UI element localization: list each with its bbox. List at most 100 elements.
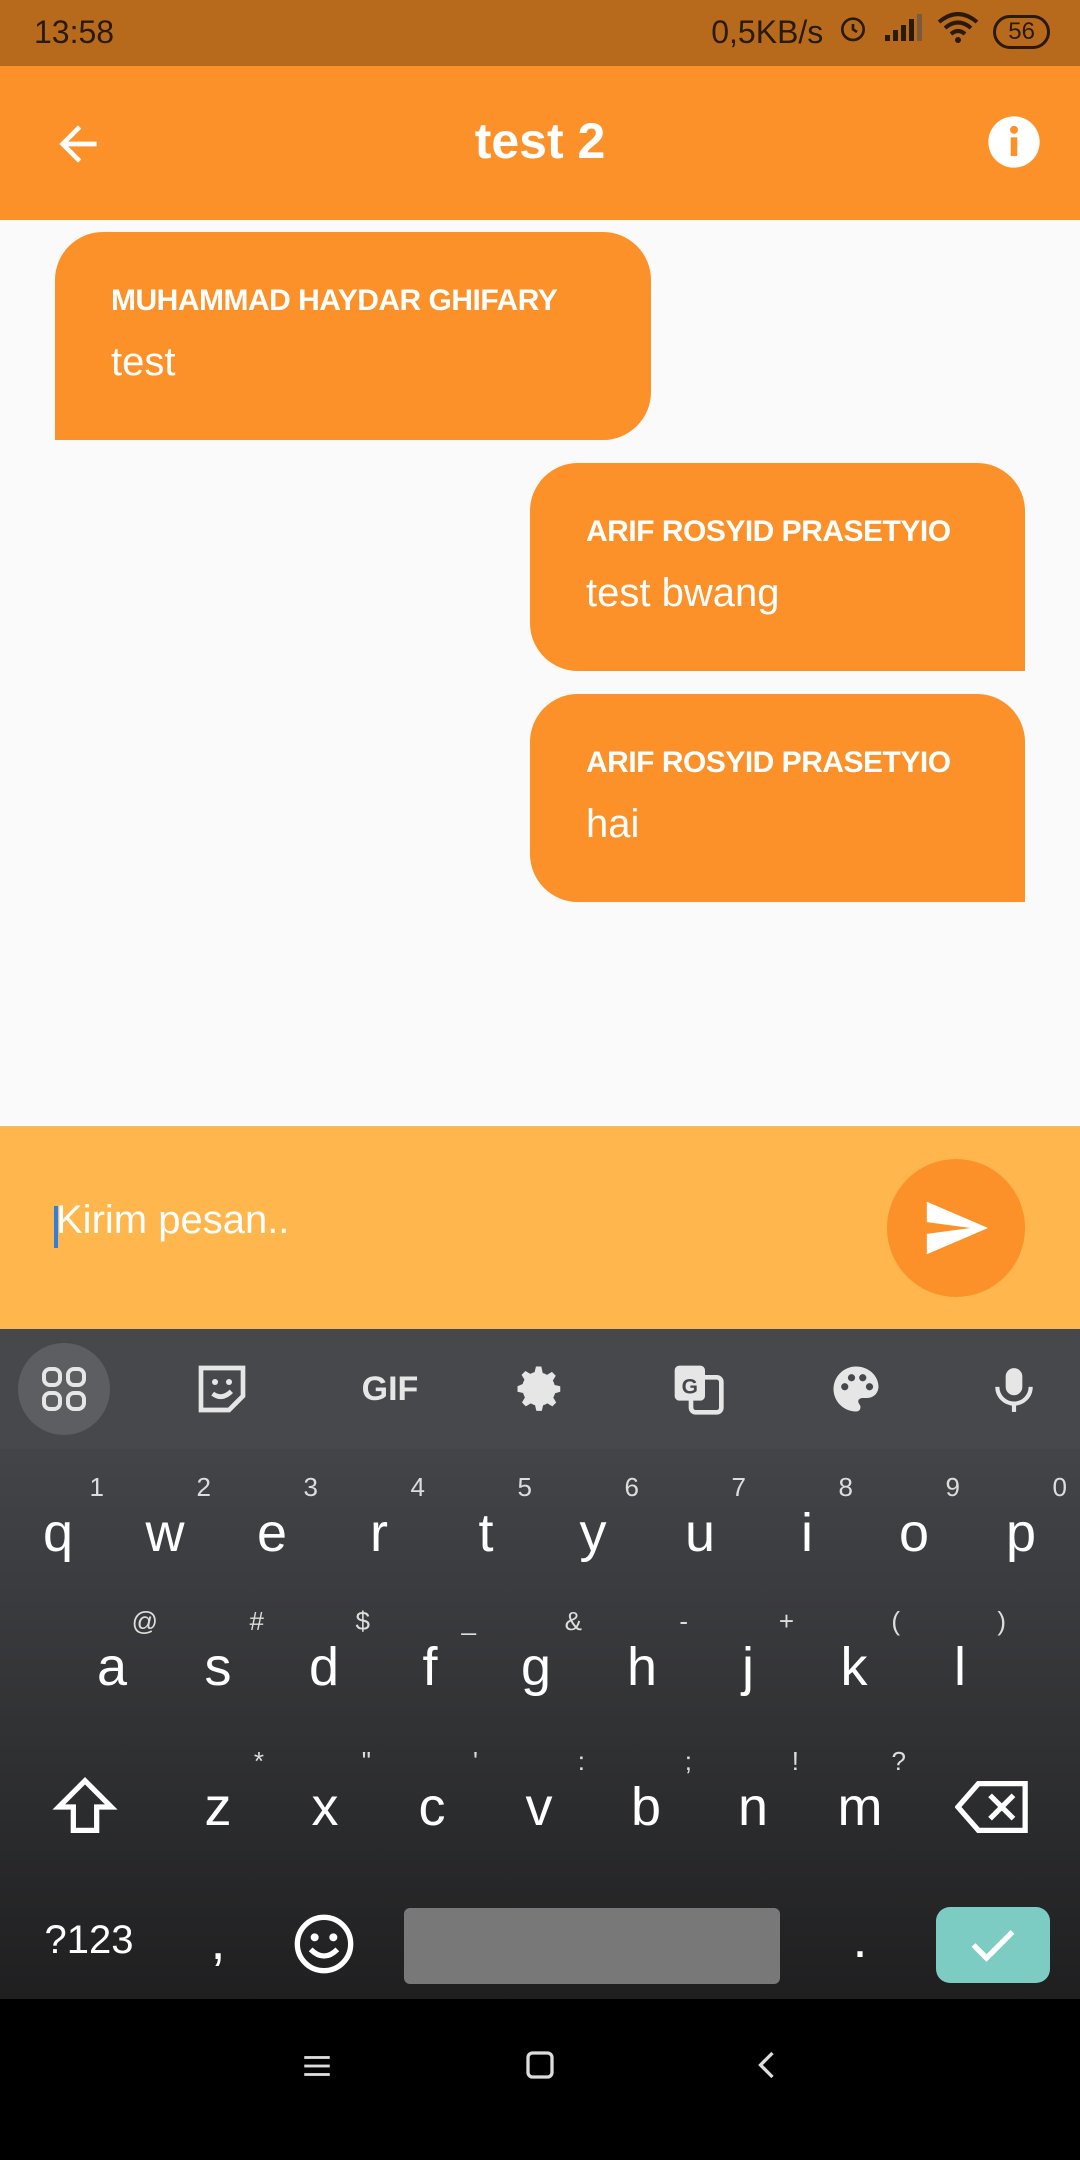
status-time: 13:58 — [34, 14, 115, 50]
message-sender: ARIF ROSYID PRASETYIO — [586, 746, 951, 779]
key-secondary-label: " — [361, 1746, 371, 1776]
key-label: t — [478, 1503, 494, 1563]
key-secondary-label: $ — [355, 1606, 370, 1636]
key-secondary-label: _ — [461, 1606, 476, 1636]
key-l[interactable]: l) — [910, 1606, 1010, 1698]
key-c[interactable]: c ' — [382, 1746, 482, 1838]
key-label: l — [954, 1637, 966, 1697]
checkmark-icon — [971, 1930, 1015, 1962]
message-sender: ARIF ROSYID PRASETYIO — [586, 515, 951, 548]
key-secondary-label: & — [564, 1606, 582, 1636]
message-input[interactable]: Kirim pesan.. — [56, 1198, 289, 1243]
key-secondary-label: + — [778, 1606, 794, 1636]
key-secondary-label: : — [577, 1746, 585, 1776]
key-label: y — [579, 1503, 607, 1563]
key-label: o — [898, 1503, 930, 1563]
info-icon[interactable] — [986, 114, 1042, 170]
key-secondary-label: * — [253, 1746, 264, 1776]
keyboard-toolbar: GIF G — [0, 1329, 1080, 1449]
key-secondary-label: 2 — [196, 1472, 211, 1502]
sticker-icon[interactable] — [190, 1357, 254, 1421]
key-label: j — [742, 1637, 754, 1697]
message-bubble-sent: ARIF ROSYID PRASETYIO hai — [530, 694, 1025, 902]
key-t[interactable]: t5 — [436, 1472, 536, 1564]
settings-gear-icon[interactable] — [508, 1357, 572, 1421]
emoji-key[interactable] — [292, 1912, 356, 1976]
grid-icon — [42, 1367, 86, 1411]
key-secondary-label: 9 — [945, 1472, 960, 1502]
key-label: s — [204, 1637, 232, 1697]
key-i[interactable]: i8 — [757, 1472, 857, 1564]
emoji-smiley-icon — [294, 1914, 354, 1974]
key-m[interactable]: m? — [810, 1746, 910, 1838]
space-bar[interactable] — [404, 1908, 780, 1984]
symbols-key[interactable]: ?123 — [34, 1918, 144, 1963]
send-button[interactable] — [887, 1159, 1025, 1297]
key-label: k — [840, 1637, 868, 1697]
key-r[interactable]: r4 — [329, 1472, 429, 1564]
key-p[interactable]: p0 — [971, 1472, 1071, 1564]
message-bubble-sent: ARIF ROSYID PRASETYIO test bwang — [530, 463, 1025, 671]
key-q[interactable]: q1 — [8, 1472, 108, 1564]
key-secondary-label: 5 — [517, 1472, 532, 1502]
shift-key[interactable] — [50, 1772, 120, 1842]
key-secondary-label: 7 — [731, 1472, 746, 1502]
signal-icon — [883, 13, 923, 51]
microphone-icon[interactable] — [982, 1357, 1046, 1421]
comma-key[interactable]: , — [168, 1910, 268, 1972]
alarm-icon — [837, 12, 869, 52]
key-b[interactable]: b; — [596, 1746, 696, 1838]
key-v[interactable]: v: — [489, 1746, 589, 1838]
nav-back-icon[interactable] — [750, 2047, 786, 2088]
status-bar: 13:58 0,5KB/s 56 — [0, 0, 1080, 66]
key-d[interactable]: d $ — [274, 1606, 374, 1698]
wifi-icon — [937, 12, 979, 52]
key-n[interactable]: n! — [703, 1746, 803, 1838]
text-cursor — [54, 1206, 58, 1248]
key-label: u — [684, 1503, 716, 1563]
key-y[interactable]: y6 — [543, 1472, 643, 1564]
key-label: z — [204, 1777, 232, 1837]
menu-icon[interactable] — [300, 2049, 334, 2088]
key-secondary-label: - — [679, 1606, 688, 1636]
gif-button[interactable]: GIF — [348, 1357, 432, 1421]
key-u[interactable]: u7 — [650, 1472, 750, 1564]
key-k[interactable]: k( — [804, 1606, 904, 1698]
key-secondary-label: 6 — [624, 1472, 639, 1502]
key-f[interactable]: f _ — [380, 1606, 480, 1698]
key-a[interactable]: a @ — [62, 1606, 162, 1698]
key-label: m — [837, 1777, 883, 1837]
key-secondary-label: 8 — [838, 1472, 853, 1502]
key-secondary-label: 3 — [303, 1472, 318, 1502]
key-z[interactable]: z * — [168, 1746, 268, 1838]
key-s[interactable]: s # — [168, 1606, 268, 1698]
key-label: g — [520, 1637, 552, 1697]
key-label: i — [801, 1503, 813, 1563]
key-w[interactable]: w2 — [115, 1472, 215, 1564]
home-icon[interactable] — [522, 2047, 558, 2088]
key-g[interactable]: g & — [486, 1606, 586, 1698]
backspace-key[interactable] — [954, 1776, 1031, 1838]
key-secondary-label: ) — [997, 1606, 1006, 1636]
key-e[interactable]: e3 — [222, 1472, 322, 1564]
palette-icon[interactable] — [824, 1357, 888, 1421]
key-label: b — [630, 1777, 662, 1837]
key-label: h — [626, 1637, 658, 1697]
key-x[interactable]: x " — [275, 1746, 375, 1838]
message-text: hai — [586, 802, 640, 846]
key-label: n — [737, 1777, 769, 1837]
enter-key[interactable] — [936, 1907, 1050, 1983]
key-secondary-label: ' — [473, 1746, 478, 1776]
translate-icon[interactable]: G — [666, 1357, 730, 1421]
key-secondary-label: 0 — [1052, 1472, 1067, 1502]
apps-grid-button[interactable] — [18, 1343, 110, 1435]
period-key[interactable]: . — [810, 1908, 910, 1970]
key-h[interactable]: h- — [592, 1606, 692, 1698]
key-secondary-label: ; — [684, 1746, 692, 1776]
key-o[interactable]: o9 — [864, 1472, 964, 1564]
key-secondary-label: ? — [891, 1746, 906, 1776]
key-label: d — [308, 1637, 340, 1697]
key-j[interactable]: j + — [698, 1606, 798, 1698]
app-bar: test 2 — [0, 66, 1080, 220]
key-label: q — [42, 1503, 74, 1563]
